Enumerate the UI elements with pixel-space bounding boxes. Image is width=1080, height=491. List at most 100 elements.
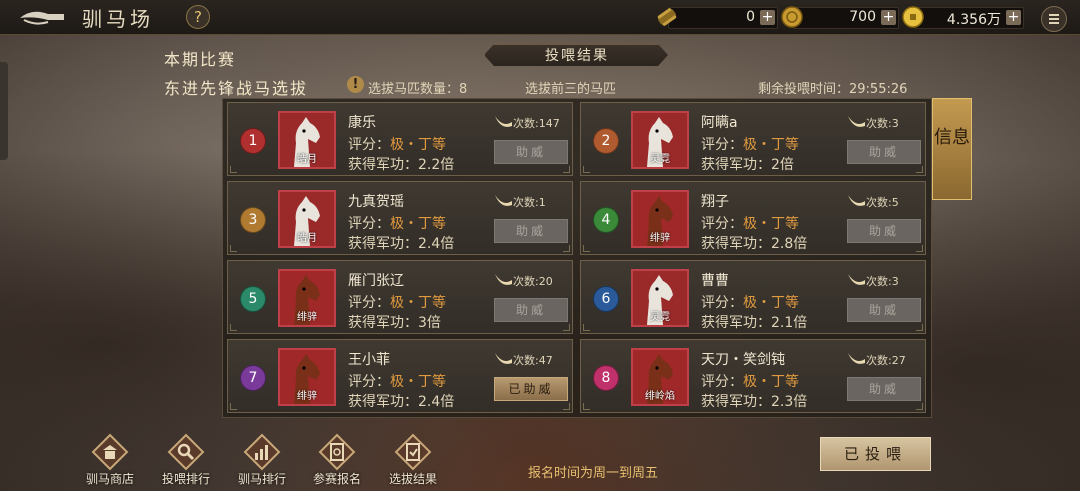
nav-feeding-rank[interactable]: 投喂排行 [151,432,221,488]
scroll-icon [657,8,677,26]
cheer-count: 次数:5 [866,196,899,209]
help-button[interactable]: ? [186,5,210,29]
magnifier-icon [167,433,205,471]
merit-multiplier: 获得军功：2.2倍 [348,157,455,173]
horse-portrait: 灵霓 [631,269,689,327]
horse-portrait: 绯骍 [278,348,336,406]
menu-icon[interactable] [1041,6,1067,32]
cheer-button[interactable]: 助威 [494,140,568,164]
scroll-amount: 0 [746,9,755,25]
nav-training-rank[interactable]: 驯马排行 [227,432,297,488]
horse-breed: 灵霓 [650,312,670,323]
cheer-count: 次数:1 [513,196,546,209]
cheer-button[interactable]: 助威 [847,140,921,164]
horse-breed: 绯岭焰 [645,391,675,402]
horse-card: 1 皓月 康乐 评分：极・丁等 获得军功：2.2倍 次数:147 助威 [227,102,573,176]
horn-icon [495,353,512,364]
horn-icon [848,353,865,364]
cheer-count: 次数:3 [866,117,899,130]
side-drawer-handle[interactable] [0,62,8,160]
horse-breed: 绯骍 [297,312,317,323]
rating-label: 评分： [701,137,743,153]
merit-multiplier: 获得军功：2.3倍 [701,394,808,410]
horse-breed: 绯骍 [650,233,670,244]
cheer-button[interactable]: 助威 [494,219,568,243]
horse-card: 4 绯骍 翔子 评分：极・丁等 获得军功：2.8倍 次数:5 助威 [580,181,926,255]
cheer-count: 次数:47 [513,354,553,367]
nav-registration[interactable]: 参赛报名 [302,432,372,488]
horse-rating: 评分：极・丁等 [701,371,799,391]
merit-multiplier: 获得军功：2.8倍 [701,236,808,252]
add-scroll-button[interactable]: + [760,10,775,25]
horse-card: 3 皓月 九真贺瑶 评分：极・丁等 获得军功：2.4倍 次数:1 助威 [227,181,573,255]
rating-grade: 极・丁等 [743,216,799,232]
horse-breed: 皓月 [297,233,317,244]
nav-label: 参赛报名 [312,472,361,486]
bar-chart-icon [243,433,281,471]
copper-amount: 700 [849,9,876,25]
horse-portrait: 绯骍 [278,269,336,327]
top-three-label: 选拔前三的马匹 [525,82,617,97]
rating-label: 评分： [348,295,390,311]
horn-icon [848,116,865,127]
back-arrow-icon[interactable] [18,6,66,28]
cheer-button[interactable]: 助威 [847,219,921,243]
cheer-button[interactable]: 助威 [847,377,921,401]
nav-selection-results[interactable]: 选拔结果 [378,432,448,488]
feeding-result-banner: 投喂结果 [484,44,668,66]
rating-grade: 极・丁等 [743,374,799,390]
rating-grade: 极・丁等 [390,374,446,390]
merit-multiplier: 获得军功：3倍 [348,315,441,331]
cheer-button[interactable]: 助威 [847,298,921,322]
rating-label: 评分： [348,216,390,232]
remaining-time: 剩余投喂时间：29:55:26 [758,82,908,97]
rating-label: 评分： [701,216,743,232]
rank-badge: 2 [593,128,619,154]
horse-name: 王小菲 [348,352,390,368]
shop-icon [91,433,129,471]
cheer-button[interactable]: 已助威 [494,377,568,401]
horse-name: 康乐 [348,115,376,131]
horse-board: 1 皓月 康乐 评分：极・丁等 获得军功：2.2倍 次数:147 助威 2 灵霓… [222,98,932,418]
horn-icon [495,274,512,285]
horse-name: 九真贺瑶 [348,194,404,210]
cheer-count: 次数:20 [513,275,553,288]
horse-rating: 评分：极・丁等 [701,134,799,154]
rating-label: 评分： [348,137,390,153]
rating-label: 评分： [701,374,743,390]
event-name: 东进先锋战马选拔 [164,79,309,98]
merit-multiplier: 获得军功：2倍 [701,157,794,173]
horse-portrait: 皓月 [278,111,336,169]
fed-button[interactable]: 已投喂 [820,437,931,471]
rank-badge: 3 [240,207,266,233]
resource-copper: 700 + [781,6,899,29]
nav-label: 驯马商店 [85,472,134,486]
horn-icon [495,195,512,206]
horse-name: 雁门张辽 [348,273,404,289]
horse-breed: 皓月 [297,154,317,165]
horse-name: 天刀・笑剑钝 [701,352,785,368]
horse-name: 翔子 [701,194,729,210]
rating-grade: 极・丁等 [390,295,446,311]
rank-badge: 6 [593,286,619,312]
selected-count: 选拔马匹数量：8 [368,82,468,97]
rating-grade: 极・丁等 [390,216,446,232]
gold-amount: 4.356万 [946,12,1001,28]
horse-rating: 评分：极・丁等 [701,213,799,233]
horse-portrait: 绯骍 [631,190,689,248]
exclamation-icon: ! [347,76,364,93]
merit-multiplier: 获得军功：2.4倍 [348,236,455,252]
horse-portrait: 皓月 [278,190,336,248]
registration-time-note: 报名时间为周一到周五 [528,466,659,481]
horse-rating: 评分：极・丁等 [701,292,799,312]
add-copper-button[interactable]: + [881,10,896,25]
merit-multiplier: 获得军功：2.4倍 [348,394,455,410]
horse-portrait: 绯岭焰 [631,348,689,406]
nav-horse-shop[interactable]: 驯马商店 [75,432,145,488]
info-side-tab[interactable]: 信息 [932,98,972,200]
cheer-button[interactable]: 助威 [494,298,568,322]
merit-multiplier: 获得军功：2.1倍 [701,315,808,331]
cheer-count: 次数:147 [513,117,560,130]
add-gold-button[interactable]: + [1006,10,1021,25]
cheer-count: 次数:3 [866,275,899,288]
